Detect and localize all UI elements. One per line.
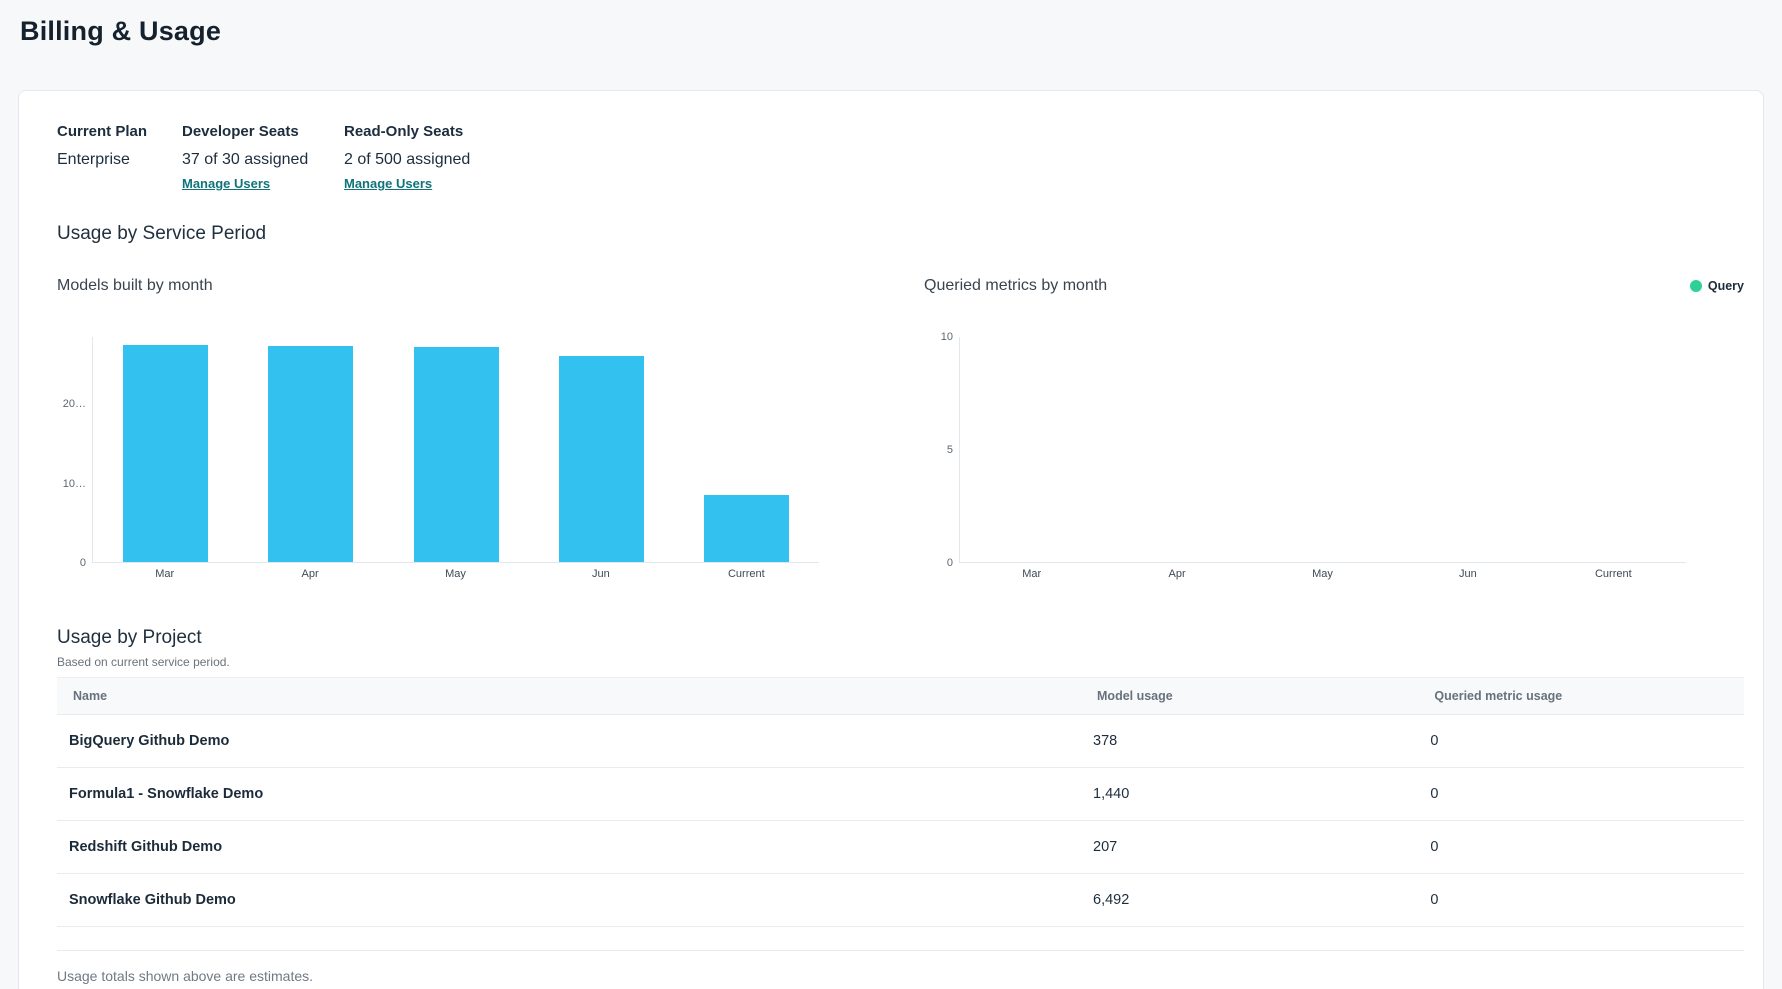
legend-label: Query	[1708, 279, 1744, 293]
section-title-usage-by-project: Usage by Project	[57, 627, 1744, 649]
project-name: BigQuery Github Demo	[57, 715, 1081, 768]
usage-by-project-subtitle: Based on current service period.	[57, 655, 1744, 669]
bar-apr	[268, 346, 353, 562]
x-tick-label: May	[383, 568, 528, 580]
page-header: Billing & Usage	[0, 0, 1782, 47]
billing-card: Current Plan Enterprise Developer Seats …	[18, 90, 1764, 989]
y-tick-label: 0	[947, 556, 953, 570]
metrics-chart-plot-area	[959, 337, 1686, 563]
queried-metric-usage-value: 0	[1418, 715, 1744, 768]
column-header-model-usage: Model usage	[1081, 678, 1418, 715]
section-title-usage-by-service-period: Usage by Service Period	[57, 223, 1744, 245]
manage-users-link-developer[interactable]: Manage Users	[182, 176, 270, 191]
bar-slot	[1250, 337, 1395, 562]
models-chart-header: Models built by month	[57, 276, 819, 296]
queried-metric-usage-value: 0	[1418, 874, 1744, 927]
column-header-name: Name	[57, 678, 1081, 715]
page-title: Billing & Usage	[20, 16, 1758, 47]
metrics-chart-y-axis: 0510	[924, 337, 959, 563]
models-chart-plot-area	[92, 337, 819, 563]
metrics-chart-plot: 0510	[924, 337, 1744, 563]
table-row: Snowflake Github Demo6,4920	[57, 874, 1744, 927]
x-tick-label: Apr	[237, 568, 382, 580]
readonly-seats-label: Read-Only Seats	[344, 123, 470, 140]
models-chart-y-axis: 010…20…	[57, 337, 92, 563]
table-row: Redshift Github Demo2070	[57, 821, 1744, 874]
bar-jun	[559, 356, 644, 562]
bar-slot	[1396, 337, 1541, 562]
x-tick-label: Jun	[1395, 568, 1540, 580]
project-name: Formula1 - Snowflake Demo	[57, 768, 1081, 821]
y-tick-label: 20…	[63, 397, 86, 411]
metrics-chart-title: Queried metrics by month	[924, 277, 1107, 295]
bar-slot	[1105, 337, 1250, 562]
models-chart-plot: 010…20…	[57, 337, 819, 563]
bar-may	[414, 347, 499, 562]
models-chart-title: Models built by month	[57, 277, 213, 295]
developer-seats-value: 37 of 30 assigned	[182, 151, 344, 169]
manage-users-link-readonly[interactable]: Manage Users	[344, 176, 432, 191]
queried-metric-usage-value: 0	[1418, 821, 1744, 874]
charts-row: Models built by month 010…20… MarAprMayJ…	[57, 276, 1744, 580]
bar-slot	[960, 337, 1105, 562]
x-tick-label: Current	[674, 568, 819, 580]
table-header: NameModel usageQueried metric usage	[57, 678, 1744, 715]
model-usage-value: 1,440	[1081, 768, 1418, 821]
bar-slot	[529, 337, 674, 562]
x-tick-label: Mar	[92, 568, 237, 580]
current-plan-column: Current Plan Enterprise	[57, 123, 182, 193]
y-tick-label: 5	[947, 443, 953, 457]
column-header-queried-metric-usage: Queried metric usage	[1418, 678, 1744, 715]
bar-slot	[238, 337, 383, 562]
bar-slot	[1541, 337, 1686, 562]
developer-seats-label: Developer Seats	[182, 123, 344, 140]
legend-dot-icon	[1690, 280, 1702, 292]
usage-estimates-note: Usage totals shown above are estimates.	[57, 968, 1744, 984]
x-tick-label: Jun	[528, 568, 673, 580]
bar-slot	[93, 337, 238, 562]
x-tick-label: Mar	[959, 568, 1104, 580]
developer-seats-column: Developer Seats 37 of 30 assigned Manage…	[182, 123, 344, 193]
chart-legend: Query	[1690, 279, 1744, 293]
bar-slot	[674, 337, 819, 562]
x-tick-label: May	[1250, 568, 1395, 580]
project-name: Snowflake Github Demo	[57, 874, 1081, 927]
queried-metrics-chart: Queried metrics by month Query 0510 MarA…	[924, 276, 1744, 580]
x-tick-label: Apr	[1104, 568, 1249, 580]
footer-divider	[57, 950, 1744, 951]
metrics-chart-header: Queried metrics by month Query	[924, 276, 1744, 296]
models-chart-x-axis: MarAprMayJunCurrent	[92, 568, 819, 580]
models-built-chart: Models built by month 0 10… 20… MarAprMayJ…	[57, 276, 819, 580]
y-tick-label: 10…	[63, 477, 86, 491]
bar-slot	[383, 337, 528, 562]
model-usage-value: 378	[1081, 715, 1418, 768]
table-row: BigQuery Github Demo3780	[57, 715, 1744, 768]
x-tick-label: Current	[1541, 568, 1686, 580]
current-plan-label: Current Plan	[57, 123, 182, 140]
y-tick-label: 0	[80, 556, 86, 570]
y-tick-label: 10	[941, 330, 953, 344]
usage-by-project-table: NameModel usageQueried metric usage BigQ…	[57, 677, 1744, 927]
queried-metric-usage-value: 0	[1418, 768, 1744, 821]
model-usage-value: 207	[1081, 821, 1418, 874]
project-name: Redshift Github Demo	[57, 821, 1081, 874]
current-plan-value: Enterprise	[57, 151, 182, 169]
model-usage-value: 6,492	[1081, 874, 1418, 927]
plan-summary: Current Plan Enterprise Developer Seats …	[57, 123, 1744, 193]
bar-current	[704, 495, 789, 562]
readonly-seats-value: 2 of 500 assigned	[344, 151, 470, 169]
bar-mar	[123, 345, 208, 562]
readonly-seats-column: Read-Only Seats 2 of 500 assigned Manage…	[344, 123, 470, 193]
metrics-chart-x-axis: MarAprMayJunCurrent	[959, 568, 1686, 580]
table-row: Formula1 - Snowflake Demo1,4400	[57, 768, 1744, 821]
